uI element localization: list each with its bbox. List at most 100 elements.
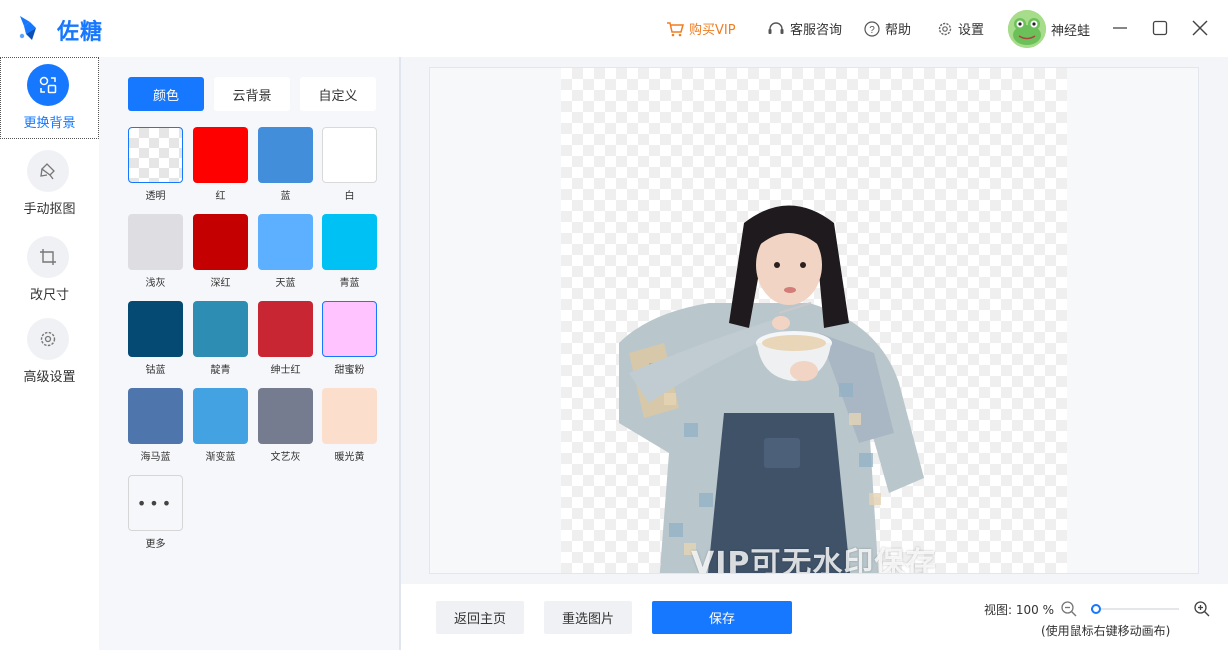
color-swatch[interactable]: ••• 更多: [128, 475, 184, 557]
swatch-color: [193, 127, 248, 183]
frog-avatar-icon: [1008, 10, 1046, 48]
background-panel: 颜色 云背景 自定义 透明 红 蓝 白浅灰 深红 天蓝 青蓝钴蓝 靛青 绅士红 甜蜜粉海马蓝 渐变蓝…: [99, 57, 399, 650]
more-icon: •••: [128, 475, 183, 531]
rail-item-advanced-settings[interactable]: 高级设置: [0, 311, 99, 393]
transparent-swatch: [128, 127, 183, 183]
swatch-label: 深红: [210, 278, 231, 289]
manual-cutout-icon: [40, 163, 55, 180]
swatch-color: [193, 388, 248, 444]
rail-icon-circle: [27, 64, 69, 106]
swatch-label: 文艺灰: [270, 452, 301, 463]
swatch-color: [258, 214, 313, 270]
zoom-out-icon[interactable]: [1060, 600, 1078, 618]
swatch-label: 蓝: [280, 191, 291, 202]
rail-icon-circle: [27, 236, 69, 278]
color-swatch[interactable]: 甜蜜粉: [322, 301, 378, 383]
rail-label: 更换背景: [23, 116, 76, 131]
rail-label: 手动抠图: [23, 202, 76, 217]
rail-item-resize[interactable]: 改尺寸: [0, 229, 99, 311]
canvas-frame[interactable]: VIP可无水印保存: [429, 67, 1199, 574]
swatch-label: 天蓝: [275, 278, 296, 289]
buy-vip-label: 购买VIP: [689, 23, 736, 38]
rail-item-manual-cutout[interactable]: 手动抠图: [0, 143, 99, 225]
swatch-color: [322, 127, 377, 183]
rail-item-change-background[interactable]: 更换背景: [0, 57, 99, 139]
zoom-slider-knob[interactable]: [1091, 604, 1102, 614]
rail-icon-circle: [27, 318, 69, 360]
color-swatch[interactable]: 海马蓝: [128, 388, 184, 470]
watermark: VIP可无水印保存: [691, 546, 937, 573]
tab-custom[interactable]: 自定义: [300, 77, 376, 111]
swatch-label: 海马蓝: [140, 452, 171, 463]
swatch-label: 靛青: [210, 365, 231, 376]
swatch-color: [193, 214, 248, 270]
close-icon[interactable]: [1190, 18, 1210, 38]
swatch-label: 钴蓝: [145, 365, 166, 376]
color-swatch[interactable]: 青蓝: [322, 214, 378, 296]
avatar[interactable]: [1008, 10, 1046, 48]
crop-icon: [40, 249, 56, 265]
color-swatch[interactable]: 渐变蓝: [193, 388, 249, 470]
color-swatch[interactable]: 蓝: [258, 127, 314, 209]
help-label: 帮助: [885, 23, 912, 38]
settings-label: 设置: [958, 23, 985, 38]
color-swatch[interactable]: 钴蓝: [128, 301, 184, 383]
reselect-image-button[interactable]: 重选图片: [544, 601, 632, 634]
buy-vip-button[interactable]: 购买VIP: [666, 19, 736, 38]
username[interactable]: 神经蛙: [1051, 20, 1090, 39]
bottom-bar: 返回主页 重选图片 保存 视图: 100 % (使用鼠标右键移动画布): [401, 584, 1228, 650]
swatch-label: 绅士红: [270, 365, 301, 376]
save-button[interactable]: 保存: [652, 601, 792, 634]
back-home-button[interactable]: 返回主页: [436, 601, 524, 634]
app-logo-icon: [19, 16, 36, 40]
color-swatch[interactable]: 透明: [128, 127, 184, 209]
image-preview[interactable]: VIP可无水印保存: [561, 68, 1067, 573]
swatch-label: 浅灰: [145, 278, 166, 289]
color-swatch[interactable]: 红: [193, 127, 249, 209]
left-rail: 更换背景 手动抠图 改尺寸 高级设置: [0, 57, 99, 650]
swatch-label: 红: [215, 191, 226, 202]
question-icon: ?: [864, 20, 880, 37]
cart-icon: [667, 21, 684, 36]
gear-icon: [938, 22, 952, 35]
settings-button[interactable]: 设置: [937, 19, 984, 38]
swatch-color: [322, 388, 377, 444]
swatch-label: 青蓝: [339, 278, 360, 289]
color-swatch[interactable]: 深红: [193, 214, 249, 296]
tab-cloud-background[interactable]: 云背景: [214, 77, 290, 111]
zoom-in-icon[interactable]: [1193, 600, 1211, 618]
color-swatch[interactable]: 暖光黄: [322, 388, 378, 470]
cutout-person-image: [619, 205, 924, 573]
swap-background-icon: [39, 76, 57, 94]
zoom-slider[interactable]: [1091, 604, 1179, 614]
color-swatch[interactable]: 靛青: [193, 301, 249, 383]
advanced-settings-icon: [40, 331, 56, 347]
swatch-label: 白: [344, 191, 355, 202]
app-name: 佐糖: [57, 20, 104, 45]
swatch-color: [322, 214, 377, 270]
swatch-color: [128, 214, 183, 270]
swatch-color: [258, 388, 313, 444]
support-label: 客服咨询: [790, 23, 843, 38]
work-area: VIP可无水印保存: [401, 57, 1228, 584]
maximize-icon[interactable]: [1150, 18, 1170, 38]
color-swatch[interactable]: 白: [322, 127, 378, 209]
color-swatch[interactable]: 浅灰: [128, 214, 184, 296]
support-button[interactable]: 客服咨询: [767, 19, 842, 38]
zoom-level-text: 视图: 100 %: [984, 603, 1054, 617]
color-swatch[interactable]: 文艺灰: [258, 388, 314, 470]
help-button[interactable]: ? 帮助: [864, 19, 911, 38]
color-swatch[interactable]: 天蓝: [258, 214, 314, 296]
swatch-label: 暖光黄: [334, 452, 365, 463]
swatch-color: [322, 301, 377, 357]
swatch-label: 透明: [145, 191, 166, 202]
swatch-label: 更多: [145, 539, 166, 550]
color-swatch[interactable]: 绅士红: [258, 301, 314, 383]
minimize-icon[interactable]: [1110, 18, 1130, 38]
svg-text:?: ?: [869, 25, 875, 36]
swatch-label: 渐变蓝: [205, 452, 236, 463]
rail-icon-circle: [27, 150, 69, 192]
swatch-color: [128, 301, 183, 357]
tab-color[interactable]: 颜色: [128, 77, 204, 111]
title-bar: 佐糖 购买VIP 客服咨询 ? 帮助 设置 神经蛙: [0, 0, 1228, 57]
